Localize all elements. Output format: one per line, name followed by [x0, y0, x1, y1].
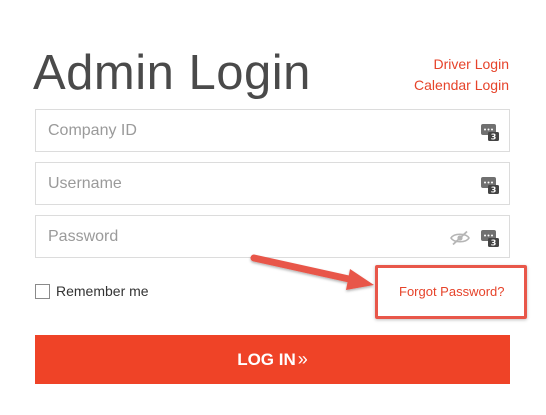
login-button[interactable]: LOG IN»	[35, 335, 510, 384]
forgot-password-link[interactable]: Forgot Password?	[399, 284, 505, 300]
company-id-field-wrapper: 3	[35, 109, 510, 152]
login-button-label: LOG IN	[237, 349, 296, 369]
login-page: Admin Login Driver Login Calendar Login …	[0, 0, 546, 415]
svg-text:3: 3	[491, 186, 497, 195]
page-title: Admin Login	[33, 46, 311, 100]
svg-text:3: 3	[491, 133, 497, 142]
svg-text:3: 3	[491, 239, 497, 248]
driver-login-link[interactable]: Driver Login	[414, 54, 509, 75]
keyboard-icon[interactable]: 3	[481, 123, 499, 141]
arrow-icon	[250, 254, 374, 290]
chevron-right-icon: »	[297, 349, 308, 369]
calendar-login-link[interactable]: Calendar Login	[414, 75, 509, 96]
eye-slash-icon[interactable]	[450, 230, 470, 246]
remember-me-label[interactable]: Remember me	[56, 283, 149, 299]
username-field-wrapper: 3	[35, 162, 510, 205]
remember-me-checkbox[interactable]	[35, 283, 50, 299]
username-input[interactable]	[36, 163, 509, 204]
remember-me: Remember me	[35, 283, 149, 299]
keyboard-icon[interactable]: 3	[481, 176, 499, 194]
alternate-logins: Driver Login Calendar Login	[414, 54, 509, 96]
company-id-input[interactable]	[36, 110, 509, 151]
keyboard-icon[interactable]: 3	[481, 229, 499, 247]
